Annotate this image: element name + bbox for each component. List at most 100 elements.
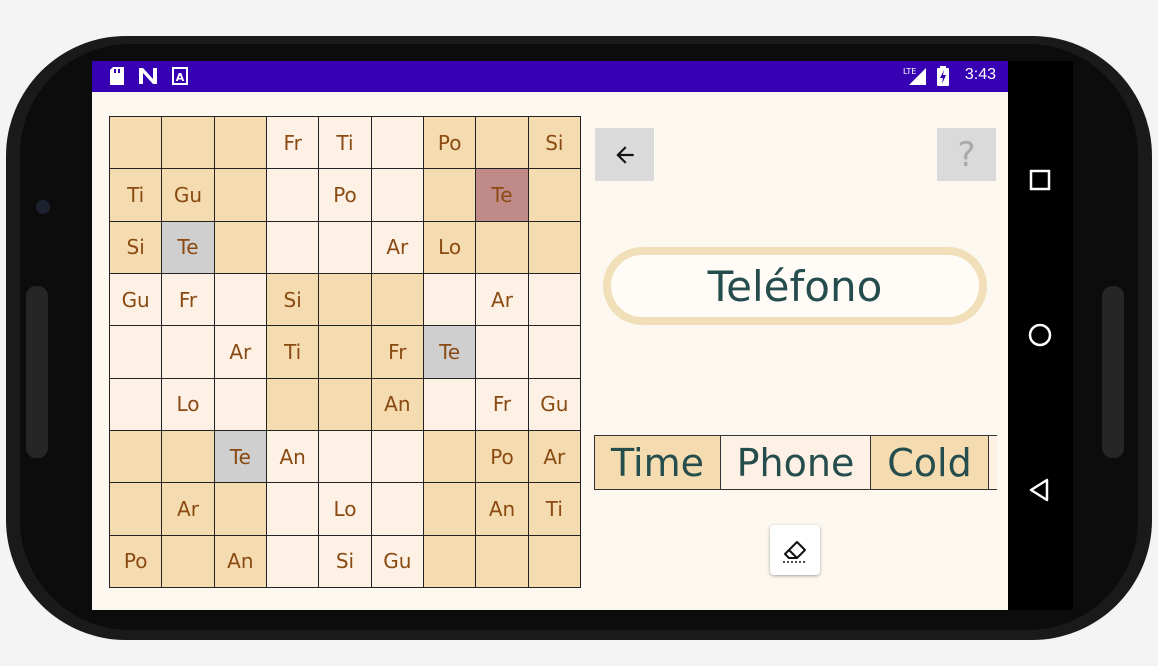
grid-cell[interactable] xyxy=(110,378,162,430)
status-time: 3:43 xyxy=(964,66,996,83)
grid-cell[interactable] xyxy=(162,326,214,378)
svg-text:LTE: LTE xyxy=(903,67,916,76)
grid-cell[interactable]: Ti xyxy=(266,326,319,378)
grid-cell[interactable] xyxy=(214,483,266,535)
svg-text:A: A xyxy=(176,71,185,84)
grid-cell[interactable]: Po xyxy=(423,117,476,169)
grid-cell[interactable] xyxy=(266,378,319,430)
home-button[interactable] xyxy=(1025,320,1055,350)
grid-cell[interactable] xyxy=(476,535,528,587)
grid-cell[interactable] xyxy=(528,169,580,221)
grid-cell[interactable]: Po xyxy=(110,535,162,587)
lte-signal-icon: LTE xyxy=(902,66,928,91)
grid-cell[interactable] xyxy=(319,221,371,273)
grid-cell[interactable] xyxy=(266,221,319,273)
grid-cell[interactable]: Ar xyxy=(476,273,528,326)
recents-button[interactable] xyxy=(1025,165,1055,195)
grid-cell[interactable] xyxy=(423,169,476,221)
grid-cell[interactable] xyxy=(423,430,476,483)
grid-cell[interactable]: Lo xyxy=(162,378,214,430)
grid-cell[interactable]: Si xyxy=(319,535,371,587)
grid-cell[interactable]: Ar xyxy=(371,221,423,273)
eraser-button[interactable] xyxy=(770,525,820,575)
grid-cell[interactable]: Fr xyxy=(476,378,528,430)
grid-cell[interactable] xyxy=(214,273,266,326)
grid-cell[interactable]: Gu xyxy=(110,273,162,326)
grid-cell[interactable] xyxy=(528,221,580,273)
current-word: Teléfono xyxy=(707,261,883,311)
grid-cell[interactable] xyxy=(214,169,266,221)
grid-cell[interactable]: Fr xyxy=(266,117,319,169)
grid-cell[interactable]: Ar xyxy=(162,483,214,535)
grid-cell[interactable] xyxy=(371,483,423,535)
grid-cell[interactable] xyxy=(371,430,423,483)
grid-cell[interactable] xyxy=(214,117,266,169)
grid-cell[interactable] xyxy=(162,430,214,483)
grid-cell[interactable] xyxy=(214,221,266,273)
grid-cell[interactable]: Po xyxy=(319,169,371,221)
grid-cell[interactable]: Te xyxy=(214,430,266,483)
grid-cell[interactable] xyxy=(266,535,319,587)
choice-button[interactable]: Cold xyxy=(871,436,989,489)
grid-cell[interactable]: Fr xyxy=(162,273,214,326)
grid-cell[interactable] xyxy=(319,378,371,430)
eraser-icon xyxy=(783,541,807,563)
square-icon xyxy=(1029,169,1051,191)
grid-cell[interactable] xyxy=(423,483,476,535)
grid-cell[interactable]: Te xyxy=(162,221,214,273)
grid-cell[interactable] xyxy=(476,117,528,169)
grid-cell[interactable]: Po xyxy=(476,430,528,483)
choice-button[interactable]: Phone xyxy=(721,436,871,489)
help-button[interactable]: ? xyxy=(937,128,996,181)
sudoku-grid: Fr Ti Po Si Ti Gu Po Te Si Te Ar Lo Gu Fr Si Ar Ar Ti Fr Te… xyxy=(109,116,581,588)
grid-cell[interactable] xyxy=(319,430,371,483)
grid-cell[interactable] xyxy=(528,326,580,378)
back-nav-button[interactable] xyxy=(1025,475,1055,505)
grid-cell[interactable] xyxy=(371,273,423,326)
grid-cell[interactable]: Te xyxy=(423,326,476,378)
choice-button[interactable]: Time xyxy=(595,436,721,489)
grid-cell[interactable]: An xyxy=(476,483,528,535)
grid-cell[interactable] xyxy=(476,326,528,378)
grid-cell[interactable] xyxy=(266,169,319,221)
grid-cell[interactable]: Ar xyxy=(528,430,580,483)
back-button[interactable] xyxy=(595,128,654,181)
grid-cell[interactable] xyxy=(266,483,319,535)
grid-cell[interactable]: An xyxy=(371,378,423,430)
grid-cell[interactable]: Ti xyxy=(110,169,162,221)
front-camera xyxy=(36,200,50,214)
grid-cell[interactable] xyxy=(162,117,214,169)
grid-cell[interactable] xyxy=(423,378,476,430)
grid-cell[interactable] xyxy=(110,483,162,535)
grid-cell[interactable] xyxy=(110,117,162,169)
grid-cell[interactable] xyxy=(528,535,580,587)
grid-cell[interactable] xyxy=(110,430,162,483)
grid-cell[interactable] xyxy=(528,273,580,326)
grid-cell[interactable] xyxy=(371,169,423,221)
grid-cell[interactable]: Ti xyxy=(319,117,371,169)
grid-cell[interactable]: Si xyxy=(266,273,319,326)
grid-cell[interactable] xyxy=(110,326,162,378)
grid-cell[interactable]: Gu xyxy=(371,535,423,587)
grid-cell[interactable]: Gu xyxy=(162,169,214,221)
grid-cell[interactable]: Ar xyxy=(214,326,266,378)
grid-cell[interactable] xyxy=(162,535,214,587)
grid-cell[interactable]: Gu xyxy=(528,378,580,430)
grid-cell[interactable]: Ti xyxy=(528,483,580,535)
grid-cell[interactable] xyxy=(319,326,371,378)
grid-cell[interactable]: Te xyxy=(476,169,528,221)
choice-button[interactable] xyxy=(989,436,997,489)
grid-cell[interactable] xyxy=(423,535,476,587)
grid-cell[interactable]: Lo xyxy=(423,221,476,273)
grid-cell[interactable]: Lo xyxy=(319,483,371,535)
grid-cell[interactable]: An xyxy=(266,430,319,483)
grid-cell[interactable]: An xyxy=(214,535,266,587)
grid-cell[interactable] xyxy=(476,221,528,273)
grid-cell[interactable] xyxy=(319,273,371,326)
grid-cell[interactable]: Fr xyxy=(371,326,423,378)
grid-cell[interactable] xyxy=(214,378,266,430)
grid-cell[interactable] xyxy=(423,273,476,326)
grid-cell[interactable]: Si xyxy=(110,221,162,273)
grid-cell[interactable]: Si xyxy=(528,117,580,169)
grid-cell[interactable] xyxy=(371,117,423,169)
